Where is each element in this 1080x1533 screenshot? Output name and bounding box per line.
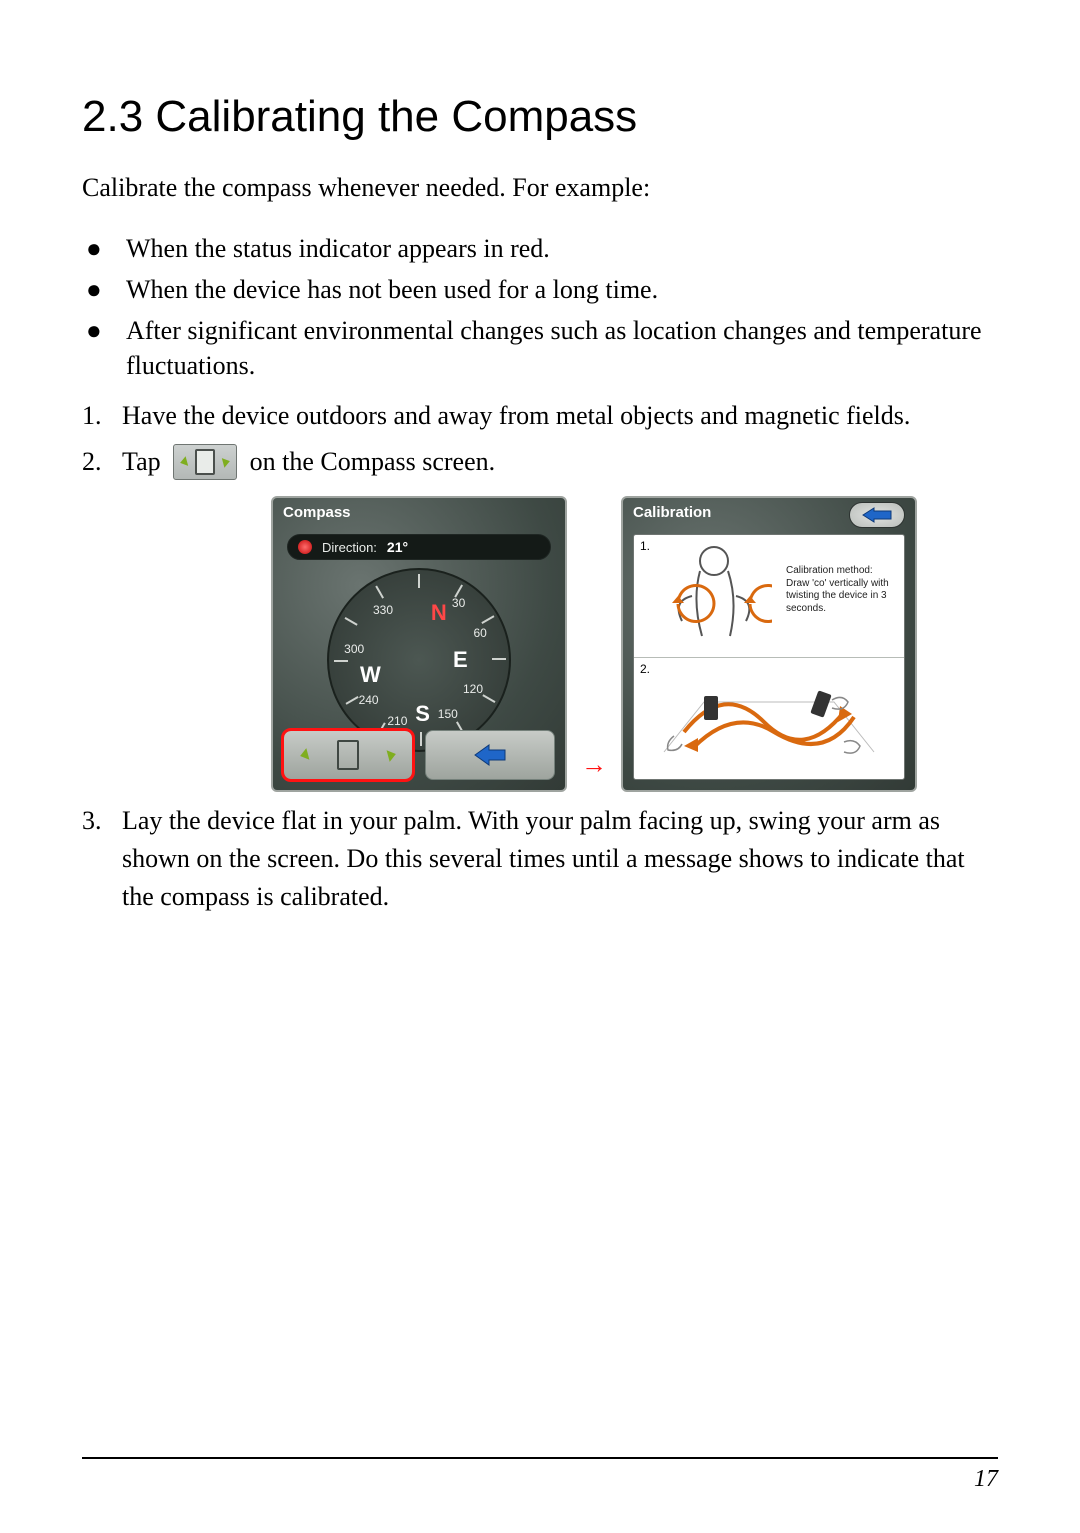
footer-rule <box>82 1457 998 1459</box>
dial-number: 300 <box>344 642 364 656</box>
step-number: 2. <box>82 443 122 481</box>
screen-title: Compass <box>283 504 351 521</box>
calibration-step-2: 2. <box>634 658 904 780</box>
section-heading: 2.3 Calibrating the Compass <box>82 92 998 142</box>
flow-arrow-icon: → <box>581 750 607 792</box>
step-text: Have the device outdoors and away from m… <box>122 397 998 435</box>
step-text: Lay the device flat in your palm. With y… <box>122 802 998 915</box>
dial-number: 210 <box>387 714 407 728</box>
bullet-text: When the device has not been used for a … <box>126 272 998 307</box>
cardinal-e: E <box>453 647 468 673</box>
direction-value: 21° <box>387 539 408 555</box>
back-button[interactable] <box>425 730 555 780</box>
status-indicator-red <box>298 540 312 554</box>
bullet-dot: ● <box>82 231 126 266</box>
calibration-step-1: 1. Calibration method: Draw 'co' vertica… <box>634 535 904 658</box>
dial-number: 30 <box>452 596 465 610</box>
step-list-cont: 3. Lay the device flat in your palm. Wit… <box>82 802 998 915</box>
dial-number: 60 <box>474 626 487 640</box>
bullet-text: After significant environmental changes … <box>126 313 998 383</box>
calibration-figure-2 <box>644 662 894 772</box>
step-text-post: on the Compass screen. <box>250 447 496 476</box>
step-text: Tap on the Compass screen. <box>122 443 998 482</box>
bullet-dot: ● <box>82 313 126 348</box>
calibration-figure-1 <box>652 541 772 651</box>
calibration-method-text: Calibration method: Draw 'co' vertically… <box>786 565 896 615</box>
bullet-text: When the status indicator appears in red… <box>126 231 998 266</box>
screenshot-row: Compass Direction: 21° N E S W <box>190 496 998 792</box>
dial-number: 150 <box>438 707 458 721</box>
direction-bar: Direction: 21° <box>287 534 551 560</box>
calibrate-button-icon <box>173 444 237 480</box>
back-arrow-icon <box>473 743 507 767</box>
calibration-panel: 1. Calibration method: Draw 'co' vertica… <box>633 534 905 780</box>
step-list: 1. Have the device outdoors and away fro… <box>82 397 998 482</box>
dial-number: 330 <box>373 603 393 617</box>
direction-label: Direction: <box>322 540 377 555</box>
compass-screen: Compass Direction: 21° N E S W <box>271 496 567 792</box>
calibration-screen: Calibration 1. Calibration method: Draw … <box>621 496 917 792</box>
step-number: 1. <box>82 397 122 435</box>
cardinal-w: W <box>360 662 381 688</box>
intro-paragraph: Calibrate the compass whenever needed. F… <box>82 170 998 205</box>
dial-number: 240 <box>359 693 379 707</box>
calibrate-button[interactable] <box>283 730 413 780</box>
bullet-dot: ● <box>82 272 126 307</box>
step-number: 1. <box>640 539 650 553</box>
back-button[interactable] <box>849 502 905 528</box>
back-arrow-icon <box>862 507 892 523</box>
compass-dial: N E S W 30 60 120 150 210 240 300 330 <box>327 568 511 752</box>
page-number: 17 <box>974 1466 998 1493</box>
step-text-pre: Tap <box>122 447 161 476</box>
cardinal-s: S <box>415 701 430 727</box>
dial-number: 120 <box>463 682 483 696</box>
bottom-button-row <box>283 730 555 780</box>
bullet-list: ●When the status indicator appears in re… <box>82 231 998 383</box>
step-number: 3. <box>82 802 122 840</box>
cardinal-n: N <box>431 600 447 626</box>
screen-title: Calibration <box>633 504 711 521</box>
